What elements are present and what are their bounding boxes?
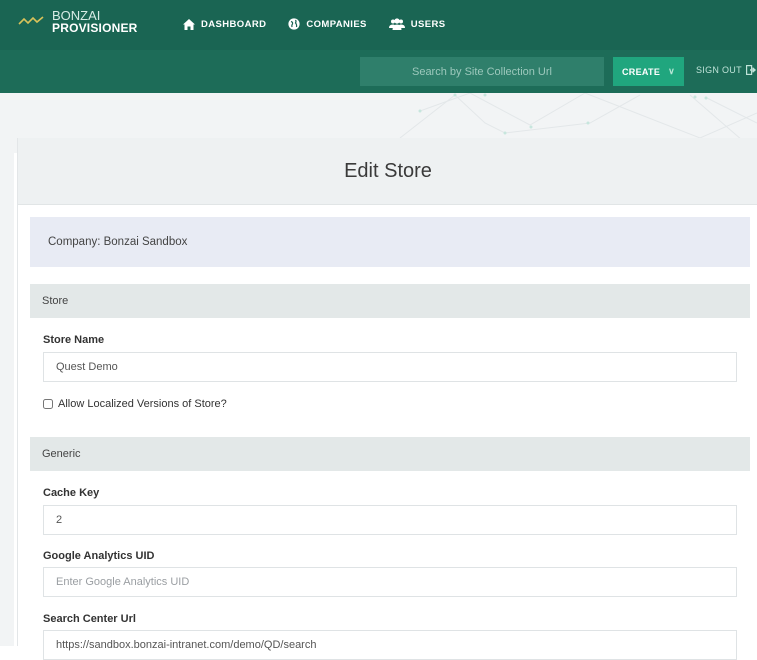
home-icon (183, 18, 195, 30)
search-center-url-input[interactable] (43, 630, 737, 660)
site-search-input[interactable] (360, 57, 604, 86)
left-background-strip (0, 93, 14, 646)
users-icon (388, 18, 405, 30)
nav-dashboard-label: DASHBOARD (201, 18, 267, 30)
sign-out-link[interactable]: SIGN OUT (696, 65, 757, 75)
allow-localized-label: Allow Localized Versions of Store? (58, 398, 227, 410)
store-name-label: Store Name (43, 334, 105, 346)
main-nav: DASHBOARD COMPANIES USERS (183, 18, 446, 30)
brand-logo[interactable]: BONZAI PROVISIONER (18, 9, 138, 35)
create-label: CREATE (622, 66, 661, 77)
nav-companies[interactable]: COMPANIES (288, 18, 366, 30)
cache-key-input[interactable] (43, 505, 737, 535)
chevron-down-icon: ∨ (668, 66, 676, 76)
allow-localized-row[interactable]: Allow Localized Versions of Store? (43, 398, 227, 410)
allow-localized-checkbox[interactable] (43, 399, 53, 409)
page-title: Edit Store (18, 138, 757, 205)
sign-out-icon (745, 65, 756, 75)
section-header-store: Store (30, 284, 750, 318)
google-analytics-uid-input[interactable] (43, 567, 737, 597)
cache-key-label: Cache Key (43, 487, 100, 499)
company-info-bar: Company: Bonzai Sandbox (30, 217, 750, 267)
nav-dashboard[interactable]: DASHBOARD (183, 18, 266, 30)
store-name-input[interactable] (43, 352, 737, 382)
brand-subtitle: PROVISIONER (52, 21, 138, 35)
top-navbar: BONZAI PROVISIONER DASHBOARD COMPANIES U… (0, 0, 757, 93)
edit-store-panel: Edit Store Company: Bonzai Sandbox Store… (17, 138, 757, 660)
globe-icon (288, 18, 300, 30)
sign-out-label: SIGN OUT (696, 65, 742, 75)
section-header-generic: Generic (30, 437, 750, 471)
navbar-main-row: BONZAI PROVISIONER DASHBOARD COMPANIES U… (0, 0, 757, 50)
create-dropdown-button[interactable]: CREATE ∨ (613, 57, 684, 86)
search-center-url-label: Search Center Url (43, 613, 136, 625)
nav-users[interactable]: USERS (388, 18, 446, 30)
logo-icon (18, 16, 44, 25)
nav-users-label: USERS (410, 18, 446, 30)
navbar-secondary-row: CREATE ∨ SIGN OUT (0, 50, 757, 93)
nav-companies-label: COMPANIES (306, 18, 367, 30)
google-analytics-uid-label: Google Analytics UID (43, 550, 155, 562)
